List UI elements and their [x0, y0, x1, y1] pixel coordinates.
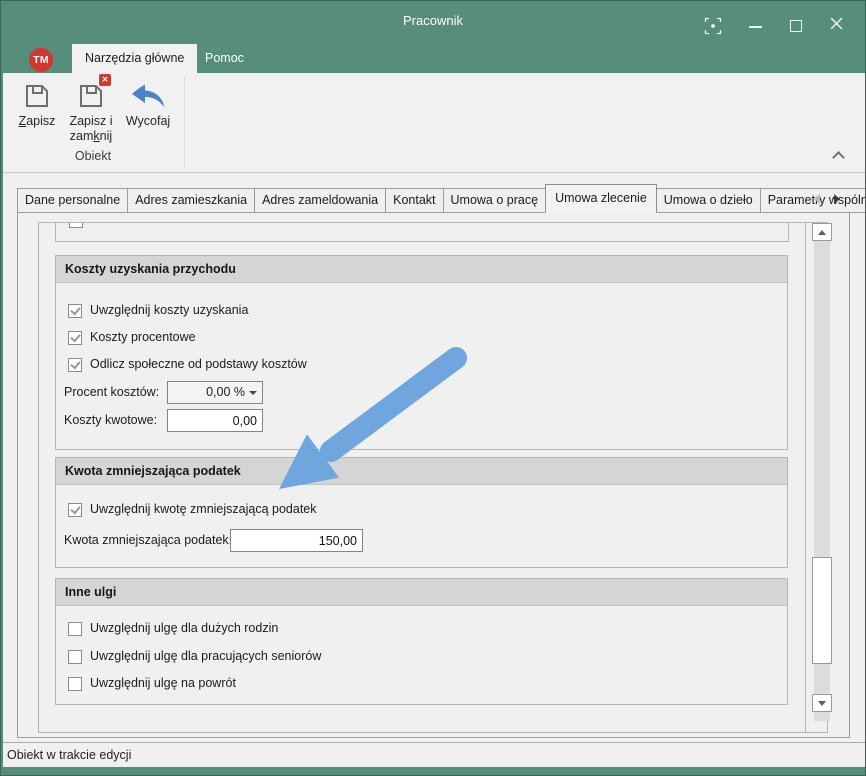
status-bar: Obiekt w trakcie edycji	[3, 742, 865, 767]
ribbon-tab-home[interactable]: Narzędzia główne	[72, 44, 197, 73]
triangle-up-icon	[818, 230, 826, 235]
scroll-panel: Koszty uzyskania przychodu Uwzględnij ko…	[39, 223, 804, 732]
clipped-checkbox[interactable]	[69, 223, 83, 228]
group-koszty-uzyskania: Koszty uzyskania przychodu	[55, 255, 788, 450]
checkbox-ulga-duze-rodziny[interactable]	[68, 622, 82, 636]
checkbox-ulga-seniorzy[interactable]	[68, 650, 82, 664]
combo-value: 0,00 %	[206, 385, 245, 399]
status-text: Obiekt w trakcie edycji	[7, 748, 131, 762]
tab-scroll-right-icon[interactable]	[834, 194, 840, 204]
ribbon-group-separator	[184, 77, 185, 167]
tab-parametry-wspolne[interactable]: Parametry wspólne	[760, 188, 866, 213]
clipped-group	[55, 223, 789, 242]
checkbox-label-uwzglednij-kwote[interactable]: Uwzględnij kwotę zmniejszającą podatek	[90, 502, 317, 517]
tab-kontakt[interactable]: Kontakt	[385, 188, 443, 213]
ribbon: Zapisz ✕ Zapisz i zamknij Wycofaj Obiekt	[3, 73, 865, 173]
koszty-kwotowe-input[interactable]	[167, 409, 263, 432]
app-window: Pracownik TM Narzędzia główne Pomoc Zapi…	[0, 0, 866, 776]
save-and-close-icon: ✕	[77, 78, 105, 114]
checkbox-label-ulga-duze-rodziny[interactable]: Uwzględnij ulgę dla dużych rodzin	[90, 621, 278, 636]
tab-umowa-o-prace[interactable]: Umowa o pracę	[443, 188, 547, 213]
field-label-procent-kosztow: Procent kosztów:	[64, 385, 159, 400]
scrollbar-up-button[interactable]	[812, 223, 832, 241]
checkbox-odlicz-spoleczne[interactable]	[68, 358, 82, 372]
save-icon	[23, 78, 51, 114]
checkbox-label-ulga-seniorzy[interactable]: Uwzględnij ulgę dla pracujących seniorów	[90, 649, 321, 664]
undo-icon	[129, 78, 167, 114]
page-tab-strip: Dane personalne Adres zamieszkania Adres…	[17, 184, 866, 213]
checkbox-label-uwzglednij-koszty[interactable]: Uwzględnij koszty uzyskania	[90, 303, 248, 318]
tab-umowa-o-dzielo[interactable]: Umowa o dzieło	[656, 188, 761, 213]
tab-adres-zamieszkania[interactable]: Adres zamieszkania	[127, 188, 255, 213]
focus-mode-icon[interactable]	[704, 17, 722, 40]
checkbox-koszty-procentowe[interactable]	[68, 331, 82, 345]
save-and-close-label-line2: zamknij	[70, 129, 112, 144]
save-button-label: Zapisz	[19, 114, 56, 129]
ribbon-group-label: Obiekt	[3, 149, 183, 163]
checkbox-uwzglednij-kwote[interactable]	[68, 503, 82, 517]
group-header: Inne ulgi	[56, 579, 787, 606]
collapse-ribbon-icon[interactable]	[832, 151, 845, 164]
checkbox-label-odlicz-spoleczne[interactable]: Odlicz społeczne od podstawy kosztów	[90, 357, 307, 372]
kwota-zmniejszajaca-input[interactable]	[230, 529, 363, 552]
checkbox-uwzglednij-koszty[interactable]	[68, 304, 82, 318]
tab-page-umowa-zlecenie: Koszty uzyskania przychodu Uwzględnij ko…	[17, 212, 850, 738]
group-header: Kwota zmniejszająca podatek	[56, 458, 787, 485]
ribbon-tab-help[interactable]: Pomoc	[195, 44, 254, 73]
tab-umowa-zlecenie[interactable]: Umowa zlecenie	[545, 184, 657, 213]
group-header: Koszty uzyskania przychodu	[56, 256, 787, 283]
field-label-koszty-kwotowe: Koszty kwotowe:	[64, 413, 157, 428]
checkbox-ulga-powrot[interactable]	[68, 677, 82, 691]
chevron-down-icon	[249, 391, 257, 395]
scrollbar-thumb[interactable]	[812, 557, 832, 664]
close-badge-icon: ✕	[99, 74, 111, 86]
panel-divider	[805, 222, 806, 733]
checkbox-label-ulga-powrot[interactable]: Uwzględnij ulgę na powrót	[90, 676, 236, 691]
window-title: Pracownik	[1, 13, 865, 28]
scrollbar-down-button[interactable]	[812, 694, 832, 712]
triangle-down-icon	[818, 701, 826, 706]
minimize-button[interactable]	[749, 26, 762, 28]
tab-adres-zameldowania[interactable]: Adres zameldowania	[254, 188, 386, 213]
app-logo[interactable]: TM	[29, 48, 53, 72]
close-button[interactable]	[829, 16, 844, 36]
vertical-scrollbar[interactable]	[812, 223, 832, 721]
procent-kosztow-combobox[interactable]: 0,00 %	[167, 381, 263, 404]
save-and-close-label-line1: Zapisz i	[69, 114, 112, 129]
tab-scroll-left-icon	[814, 194, 820, 204]
checkbox-label-koszty-procentowe[interactable]: Koszty procentowe	[90, 330, 196, 345]
maximize-button[interactable]	[790, 20, 802, 32]
tab-dane-personalne[interactable]: Dane personalne	[17, 188, 128, 213]
field-label-kwota-zmniejszajaca: Kwota zmniejszająca podatek:	[64, 533, 232, 548]
undo-button-label: Wycofaj	[126, 114, 170, 129]
